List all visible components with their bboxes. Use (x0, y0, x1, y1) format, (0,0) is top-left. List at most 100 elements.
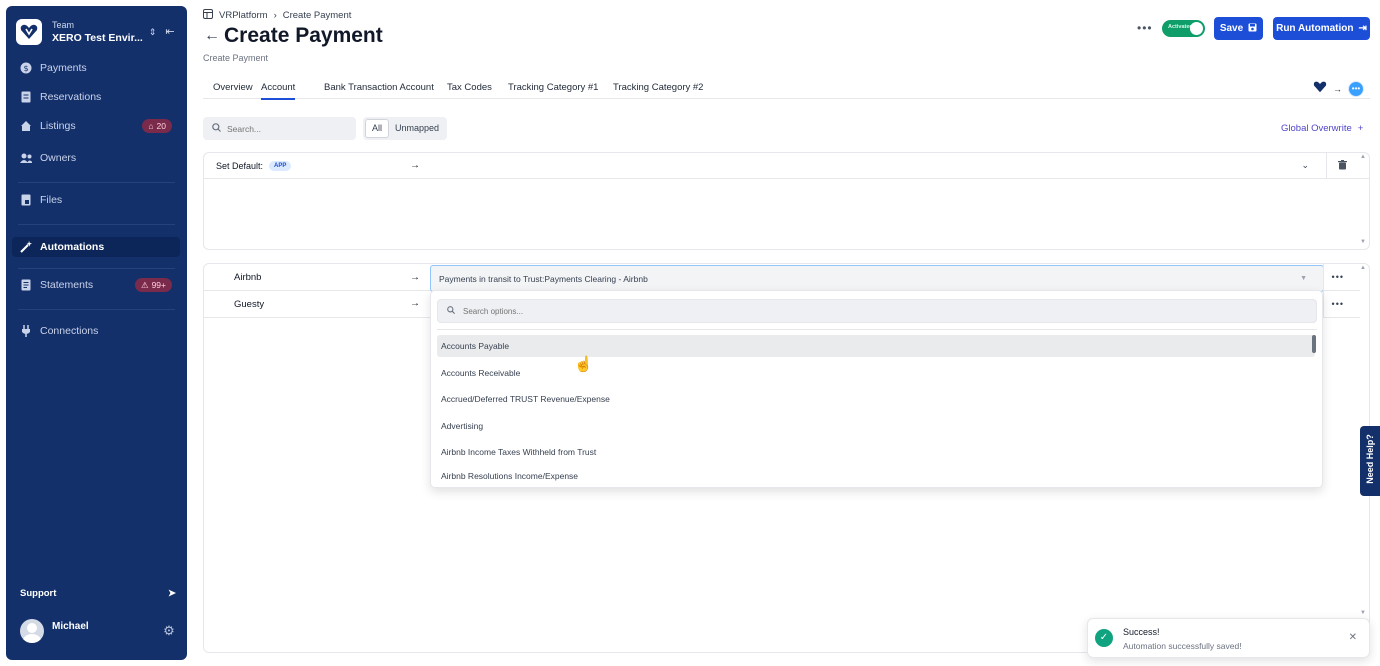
gear-icon[interactable]: ⚙ (162, 624, 176, 638)
toast-title: Success! (1123, 627, 1160, 637)
back-arrow-icon[interactable]: ← (204, 27, 220, 45)
collapse-sidebar-icon[interactable]: ⇤ (163, 25, 177, 39)
listings-count: 20 (156, 121, 166, 131)
tab-bank-transaction-account[interactable]: Bank Transaction Account (324, 82, 434, 93)
search-input[interactable] (227, 123, 347, 134)
search-icon (447, 306, 455, 316)
sidebar-item-reservations[interactable]: Reservations (12, 87, 180, 107)
need-help-tab[interactable]: Need Help? (1360, 426, 1380, 496)
page-title: Create Payment (224, 24, 383, 47)
integration-dots-icon: ••• (1348, 81, 1364, 97)
divider (1323, 291, 1324, 318)
page-subtitle: Create Payment (203, 53, 269, 63)
dropdown-option[interactable]: Airbnb Resolutions Income/Expense (437, 468, 1315, 484)
app-badge: APP (269, 161, 292, 171)
mapping-source-label: Guesty (234, 299, 265, 310)
breadcrumb-root[interactable]: VRPlatform (219, 10, 268, 21)
trash-icon[interactable] (1338, 160, 1347, 173)
sidebar-item-listings[interactable]: Listings ⌂ 20 (12, 116, 180, 136)
chevron-down-icon[interactable]: ⌄ (1301, 160, 1309, 171)
window-icon (203, 9, 213, 22)
arrow-right-icon: → (1333, 84, 1342, 94)
sidebar-item-statements[interactable]: Statements ⚠ 99+ (12, 275, 180, 295)
listings-count-badge: ⌂ 20 (142, 119, 172, 133)
arrow-right-icon: → (410, 298, 420, 309)
search-field[interactable] (203, 117, 356, 140)
sidebar-item-label: Listings (40, 120, 76, 132)
toggle-knob (1190, 22, 1203, 35)
chevron-down-icon: ▼ (1300, 275, 1307, 282)
tab-tracking-category-2[interactable]: Tracking Category #2 (613, 82, 703, 93)
mapping-row-airbnb: Airbnb → Payments in transit to Trust:Pa… (204, 264, 1360, 292)
wand-icon (20, 241, 32, 253)
close-icon[interactable]: ✕ (1349, 632, 1357, 643)
alert-icon: ⚠ (140, 280, 149, 290)
app-logo-icon (16, 19, 42, 45)
save-icon (1248, 23, 1257, 35)
filter-unmapped[interactable]: Unmapped (389, 119, 445, 138)
document-icon (20, 91, 32, 103)
sidebar-item-label: Payments (40, 62, 87, 74)
filter-all[interactable]: All (365, 119, 390, 138)
user-profile[interactable]: Michael ⚙ (20, 618, 176, 644)
dropdown-search-field[interactable] (437, 299, 1317, 323)
send-icon: ➤ (168, 588, 176, 599)
breadcrumb-current: Create Payment (282, 10, 352, 21)
mapping-source-label: Airbnb (234, 272, 262, 283)
sidebar-item-label: Reservations (40, 91, 102, 103)
dropdown-option[interactable]: Airbnb Income Taxes Withheld from Trust (437, 441, 1315, 463)
sidebar-divider (18, 268, 175, 269)
save-button[interactable]: Save (1214, 17, 1263, 40)
sidebar-item-payments[interactable]: $ Payments (12, 58, 180, 78)
sidebar-item-label: Automations (40, 241, 105, 253)
dropdown-option[interactable]: Advertising (437, 415, 1315, 437)
sidebar-divider (18, 182, 175, 183)
dropdown-search-input[interactable] (463, 306, 1263, 316)
team-switcher[interactable]: Team XERO Test Envir... ⇕ (16, 18, 179, 46)
row-more-icon[interactable]: ••• (1332, 272, 1344, 282)
sidebar-item-connections[interactable]: Connections (12, 321, 180, 341)
more-options-icon[interactable]: ••• (1137, 21, 1153, 35)
sidebar-item-label: Connections (40, 325, 99, 337)
hand-cursor-icon: ☝ (574, 356, 593, 373)
row-more-icon[interactable]: ••• (1332, 299, 1344, 309)
sidebar-item-files[interactable]: Files (12, 190, 180, 210)
statement-icon (20, 279, 32, 291)
team-name: XERO Test Envir... (52, 32, 143, 44)
app-logo-icon (1313, 80, 1327, 98)
dropdown-scrollbar[interactable] (1312, 335, 1316, 353)
tab-bar: Overview Account Bank Transaction Accoun… (203, 76, 1370, 100)
tab-overview[interactable]: Overview (213, 82, 253, 93)
run-automation-button[interactable]: Run Automation ⇥ (1273, 17, 1370, 40)
scroll-down-icon[interactable]: ▼ (1360, 239, 1366, 245)
arrow-right-icon: → (410, 160, 420, 171)
support-link[interactable]: Support ➤ (20, 588, 176, 599)
home-icon: ⌂ (148, 121, 154, 131)
scroll-down-icon[interactable]: ▼ (1360, 610, 1368, 616)
global-overwrite-button[interactable]: Global Overwrite + (1281, 123, 1363, 134)
tab-account[interactable]: Account (261, 82, 296, 100)
divider (437, 329, 1317, 330)
dropdown-option[interactable]: Accounts Payable (437, 335, 1315, 357)
sidebar-item-label: Statements (40, 279, 94, 291)
dropdown-option[interactable]: Accounts Receivable (437, 362, 1315, 384)
sidebar-item-label: Files (40, 194, 63, 206)
statements-count-badge: ⚠ 99+ (134, 278, 172, 292)
sidebar-item-owners[interactable]: Owners (12, 148, 180, 168)
plus-icon: + (1357, 123, 1364, 134)
scroll-up-icon[interactable]: ▲ (1360, 265, 1368, 271)
tab-tax-codes[interactable]: Tax Codes (447, 82, 492, 93)
save-label: Save (1219, 23, 1244, 34)
support-label: Support (20, 588, 57, 599)
check-circle-icon: ✓ (1095, 629, 1113, 647)
activated-toggle[interactable]: Activated (1162, 20, 1205, 37)
divider (1323, 264, 1324, 291)
home-icon (20, 120, 32, 132)
dropdown-option[interactable]: Accrued/Deferred TRUST Revenue/Expense (437, 388, 1315, 410)
sidebar-item-automations[interactable]: Automations (12, 237, 180, 257)
account-select[interactable]: Payments in transit to Trust:Payments Cl… (430, 265, 1324, 292)
tab-tracking-category-1[interactable]: Tracking Category #1 (508, 82, 598, 93)
run-icon: ⇥ (1358, 23, 1367, 34)
scroll-up-icon[interactable]: ▲ (1360, 154, 1366, 160)
users-icon (20, 152, 32, 164)
